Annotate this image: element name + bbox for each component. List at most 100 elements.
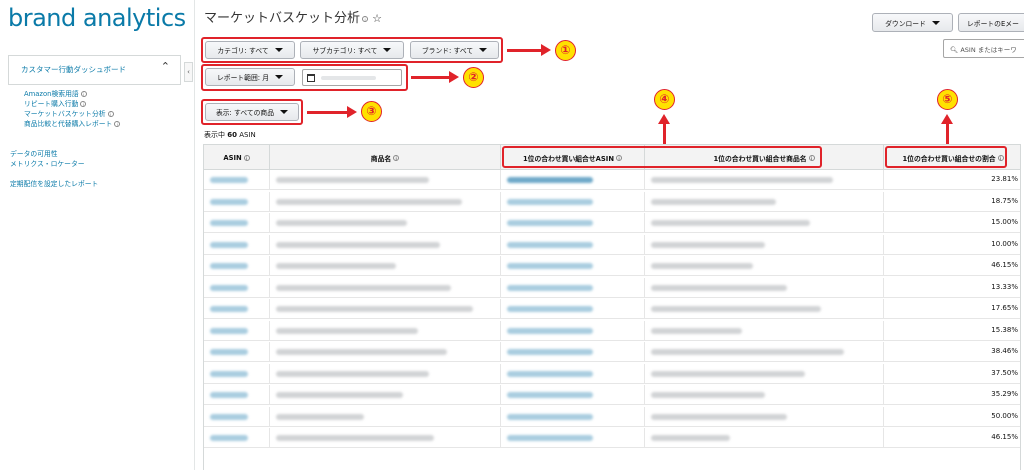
category-filter-dropdown[interactable]: カテゴリ: すべて: [205, 41, 295, 59]
cell-combo-name: [645, 428, 884, 448]
blurred-cell-text: [507, 177, 593, 183]
cell-combo-asin: [501, 385, 645, 405]
sidebar-link-data-availability[interactable]: データの可用性: [10, 150, 58, 159]
table-row: 46.15%: [204, 256, 1020, 276]
cell-combo-name: [645, 363, 884, 384]
cell-percentage: 15.00%: [884, 213, 1020, 233]
cell-product-name: [270, 320, 501, 341]
brand-filter-label: ブランド: すべて: [421, 47, 474, 55]
blurred-date: [321, 76, 376, 80]
blurred-cell-text: [276, 435, 434, 441]
blurred-cell-text: [276, 327, 418, 334]
blurred-cell-text: [651, 435, 730, 441]
sidebar-item-comparison[interactable]: 商品比較と代替購入レポート i: [24, 120, 121, 129]
cell-combo-name: [645, 277, 884, 298]
subcategory-filter-dropdown[interactable]: サブカテゴリ: すべて: [300, 41, 404, 59]
blurred-cell-text: [507, 263, 593, 269]
sidebar-item-label: マーケットバスケット分析: [24, 110, 106, 118]
table-row: 17.65%: [204, 299, 1020, 319]
cell-combo-name: [645, 342, 884, 362]
caret-down-icon: [383, 48, 392, 52]
annotation-arrow-5: [941, 114, 953, 146]
cell-combo-asin: [501, 320, 645, 341]
sidebar-link-metrics-locator[interactable]: メトリクス・ロケーター: [10, 160, 85, 169]
download-button[interactable]: ダウンロード: [872, 13, 953, 32]
sidebar-item-search-terms[interactable]: Amazon検索用語 i: [24, 90, 87, 99]
cell-asin: [204, 363, 270, 384]
cell-combo-name: [645, 213, 884, 233]
annotation-arrow-4: [658, 114, 670, 146]
date-picker-input[interactable]: [302, 69, 402, 86]
cell-product-name: [270, 256, 501, 276]
sidebar-item-repeat-purchase[interactable]: リピート購入行動 i: [24, 100, 87, 109]
blurred-cell-text: [507, 198, 593, 205]
cell-percentage-value: 50.00%: [991, 411, 1018, 420]
cell-percentage-value: 18.75%: [991, 196, 1018, 205]
blurred-cell-text: [651, 220, 810, 226]
brand-filter-dropdown[interactable]: ブランド: すべて: [410, 41, 499, 59]
blurred-cell-text: [651, 177, 833, 183]
blurred-cell-text: [210, 392, 248, 398]
table-row: 37.50%: [204, 363, 1020, 384]
blurred-cell-text: [276, 413, 364, 420]
cell-percentage: 13.33%: [884, 278, 1020, 298]
cell-percentage: 46.15%: [884, 256, 1020, 276]
sidebar-link-scheduled-reports[interactable]: 定期配信を設定したレポート: [10, 180, 98, 189]
chevron-up-icon: ⌃: [160, 60, 170, 73]
blurred-cell-text: [210, 284, 248, 291]
info-icon: i: [362, 15, 369, 22]
cell-percentage-value: 15.38%: [991, 325, 1018, 334]
blurred-cell-text: [651, 263, 753, 269]
cell-percentage: 15.38%: [884, 321, 1020, 341]
cell-combo-asin: [501, 342, 645, 362]
cell-combo-asin: [501, 213, 645, 233]
email-report-label: レポートのEメー: [967, 19, 1019, 28]
annotation-badge-3: ③: [361, 101, 382, 122]
blurred-cell-text: [276, 263, 396, 269]
cell-combo-asin: [501, 428, 645, 448]
table-row: 10.00%: [204, 234, 1020, 255]
cell-percentage-value: 17.65%: [991, 304, 1018, 312]
blurred-cell-text: [210, 435, 248, 441]
info-icon: i: [80, 91, 87, 97]
cell-percentage-value: 46.15%: [991, 261, 1018, 269]
cell-percentage: 10.00%: [884, 235, 1020, 255]
cell-product-name: [270, 234, 501, 255]
blurred-cell-text: [651, 306, 821, 312]
cell-percentage-value: 37.50%: [991, 368, 1018, 377]
column-header-product-name[interactable]: 商品名 i: [270, 145, 501, 170]
search-icon: 🔍︎: [950, 46, 959, 54]
display-filter-label: 表示: すべての商品: [215, 109, 275, 117]
blurred-cell-text: [651, 241, 765, 248]
annotation-arrow-2: [411, 71, 459, 83]
blurred-cell-text: [276, 198, 462, 205]
star-icon[interactable]: ☆: [372, 12, 382, 25]
blurred-cell-text: [651, 327, 742, 334]
column-header-asin[interactable]: ASIN i: [204, 145, 270, 170]
blurred-cell-text: [651, 198, 776, 205]
report-range-dropdown[interactable]: レポート範囲: 月: [205, 68, 295, 86]
sidebar-collapse-handle[interactable]: ‹: [184, 62, 193, 82]
cell-product-name: [270, 363, 501, 384]
cell-combo-asin: [501, 256, 645, 276]
cell-combo-name: [645, 170, 884, 190]
blurred-cell-text: [210, 306, 248, 312]
blurred-cell-text: [210, 413, 248, 420]
download-label: ダウンロード: [885, 19, 926, 28]
customer-behavior-dashboard-toggle[interactable]: カスタマー行動ダッシュボード ⌃: [8, 55, 181, 85]
category-filter-label: カテゴリ: すべて: [217, 47, 269, 55]
table-row: 50.00%: [204, 406, 1020, 427]
sidebar-item-market-basket[interactable]: マーケットバスケット分析 i: [24, 110, 114, 119]
cell-combo-name: [645, 299, 884, 319]
cell-percentage-value: 13.33%: [991, 282, 1018, 291]
display-filter-dropdown[interactable]: 表示: すべての商品: [205, 103, 299, 121]
asin-search-input[interactable]: 🔍︎ ASIN またはキーワ: [943, 39, 1024, 58]
sidebar-item-label: Amazon検索用語: [24, 90, 79, 98]
cell-percentage: 35.29%: [884, 385, 1020, 405]
blurred-cell-text: [651, 413, 787, 420]
blurred-cell-text: [507, 370, 593, 377]
email-report-button[interactable]: レポートのEメー: [958, 13, 1024, 32]
cell-product-name: [270, 170, 501, 190]
info-icon: i: [114, 121, 121, 127]
blurred-cell-text: [507, 284, 593, 291]
